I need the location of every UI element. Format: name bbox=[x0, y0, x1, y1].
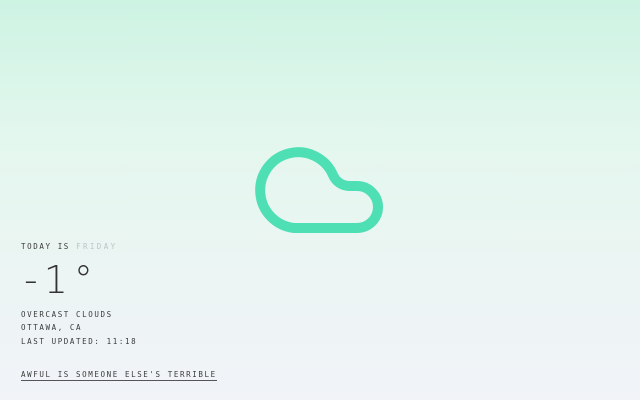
quote-link[interactable]: AWFUL IS SOMEONE ELSE'S TERRIBLE bbox=[21, 370, 217, 381]
last-updated: LAST UPDATED: 11:18 bbox=[21, 337, 137, 346]
cloud-shape bbox=[255, 147, 383, 233]
last-updated-label: LAST UPDATED: bbox=[21, 337, 101, 346]
location-text: OTTAWA, CA bbox=[21, 323, 83, 332]
last-updated-time: 11:18 bbox=[106, 337, 138, 346]
conditions-text: OVERCAST CLOUDS bbox=[21, 310, 113, 319]
cloud-icon bbox=[252, 138, 392, 242]
cloud-icon-svg bbox=[255, 147, 383, 233]
temperature-readout: -1° bbox=[24, 258, 99, 302]
day-name: FRIDAY bbox=[76, 242, 118, 251]
today-prefix: TODAY IS bbox=[21, 242, 70, 251]
today-line: TODAY IS FRIDAY bbox=[21, 242, 118, 251]
